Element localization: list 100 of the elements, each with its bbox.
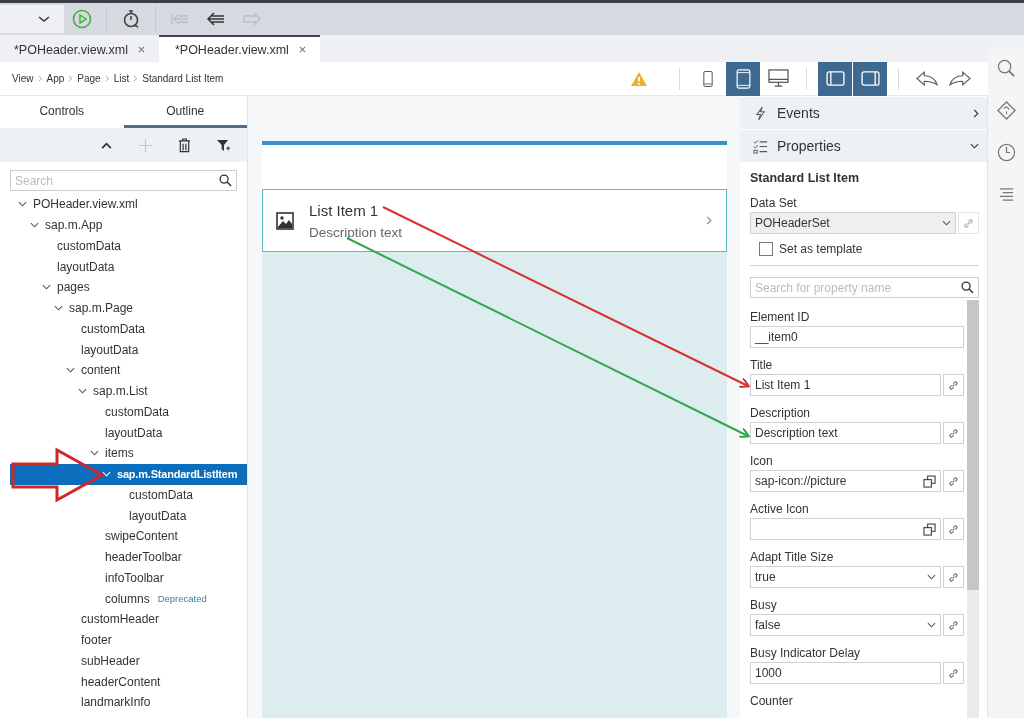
tree-item[interactable]: customData <box>0 235 247 257</box>
close-tab-button[interactable] <box>298 46 306 53</box>
select-field[interactable]: true <box>750 566 941 588</box>
field-label: Adapt Title Size <box>750 550 835 564</box>
link-icon <box>963 217 974 229</box>
breadcrumb-link[interactable]: Standard List Item <box>142 73 224 84</box>
tree-item[interactable]: layoutData <box>0 256 247 277</box>
tree-item[interactable]: customHeader <box>0 609 247 630</box>
input-field[interactable]: 1000 <box>750 662 941 684</box>
bind-button[interactable] <box>943 374 964 396</box>
bind-button[interactable] <box>943 662 964 684</box>
checkbox[interactable] <box>759 242 773 256</box>
tree-item[interactable]: landmarkInfo <box>0 692 247 713</box>
editor-tab[interactable]: *POHeader.view.xml <box>158 35 320 62</box>
tree-item[interactable]: subHeader <box>0 650 247 672</box>
input-field[interactable]: List Item 1 <box>750 374 941 396</box>
search-icon <box>996 58 1016 78</box>
close-tab-button[interactable] <box>137 46 145 53</box>
panel-heading: Standard List Item <box>750 171 861 185</box>
bind-button[interactable] <box>943 422 964 444</box>
tree-item[interactable]: sap.m.App <box>0 214 247 236</box>
forward-arrow-icon <box>242 12 262 26</box>
select-field[interactable]: false <box>750 614 941 636</box>
chevron-down-icon <box>78 388 87 395</box>
tree-item[interactable]: customData <box>0 484 247 506</box>
input-field[interactable] <box>750 518 941 540</box>
chevron-down-icon <box>90 450 99 457</box>
phone-icon <box>703 69 713 88</box>
editor-tab[interactable]: *POHeader.view.xml <box>0 35 159 62</box>
tree-item[interactable]: layoutData <box>0 422 247 443</box>
input-field[interactable]: __item0 <box>750 326 964 348</box>
tree-item[interactable]: layoutData <box>0 505 247 526</box>
section-header[interactable]: Events <box>740 97 987 129</box>
search-icon <box>961 281 974 294</box>
close-icon <box>137 46 145 53</box>
input-field[interactable]: Description text <box>750 422 941 444</box>
chevron-icon <box>68 75 74 82</box>
tree-item[interactable]: content <box>0 360 247 381</box>
tree-item[interactable]: pages <box>0 277 247 298</box>
monitor-icon <box>767 69 789 88</box>
section-header[interactable]: Properties <box>740 130 987 162</box>
panel-toggle-button[interactable] <box>818 61 852 96</box>
list-item-title: List Item 1 <box>309 201 380 219</box>
tree-item[interactable]: headerContent <box>0 671 247 692</box>
trash-icon <box>177 137 191 153</box>
tree-item[interactable]: sap.m.Page <box>0 297 247 319</box>
bind-button[interactable] <box>958 212 979 234</box>
close-icon <box>298 46 306 53</box>
redo-icon <box>948 71 971 86</box>
warning-icon <box>630 70 648 87</box>
search-field[interactable]: Search for property name <box>750 277 979 298</box>
panel-tab[interactable]: Controls <box>0 96 124 128</box>
field-label: Description <box>750 406 812 420</box>
panel-icon <box>825 71 845 86</box>
panel-toggle-button[interactable] <box>853 61 887 96</box>
tree-item[interactable]: columns Deprecated <box>0 588 247 609</box>
tree-item[interactable]: customData <box>0 401 247 423</box>
first-arrow-icon <box>170 12 190 26</box>
tree-item[interactable]: swipeContent <box>0 526 247 547</box>
tree-item[interactable]: sap.m.List <box>0 380 247 402</box>
chevron-icon <box>133 75 139 82</box>
field-label: Data Set <box>750 196 798 210</box>
bind-button[interactable] <box>943 566 964 588</box>
tree-item[interactable]: POHeader.view.xml <box>0 194 247 215</box>
chevron-down-icon <box>927 622 936 628</box>
input-field[interactable]: sap-icon://picture <box>750 470 941 492</box>
tree-item[interactable]: items <box>0 443 247 464</box>
chevron-down-icon <box>54 305 63 312</box>
tree-item[interactable]: layoutData <box>0 339 247 360</box>
breadcrumb-link[interactable]: Page <box>77 73 101 84</box>
chevron-icon <box>37 75 43 82</box>
diamond-icon <box>996 100 1016 120</box>
value-help-icon <box>923 522 936 536</box>
tree-item[interactable]: footer <box>0 629 247 651</box>
search-field[interactable]: Search <box>10 170 237 191</box>
chevron-down-icon <box>927 574 936 580</box>
breadcrumb-link[interactable]: App <box>46 73 65 84</box>
tree-item[interactable]: sap.m.StandardListItem <box>10 463 247 485</box>
dropdown-field[interactable] <box>0 5 64 33</box>
breadcrumb-link[interactable]: View <box>12 73 34 84</box>
chevron-icon <box>104 75 110 82</box>
list-item[interactable]: List Item 1 Description text <box>262 189 727 252</box>
breadcrumb-link[interactable]: List <box>113 73 130 84</box>
bind-button[interactable] <box>943 470 964 492</box>
link-icon <box>948 619 959 631</box>
scrollbar[interactable] <box>967 300 979 718</box>
value-help-icon <box>923 474 936 488</box>
dataset-select[interactable]: POHeaderSet <box>750 212 956 234</box>
back-arrow-icon <box>206 12 226 26</box>
tree-item[interactable]: infoToolbar <box>0 567 247 589</box>
bind-button[interactable] <box>943 614 964 636</box>
caret-icon <box>38 15 50 23</box>
tree-item[interactable]: customData <box>0 318 247 340</box>
device-button[interactable] <box>726 61 760 96</box>
link-icon <box>948 475 959 487</box>
tree-item[interactable]: headerToolbar <box>0 546 247 568</box>
bind-button[interactable] <box>943 518 964 540</box>
link-icon <box>948 379 959 391</box>
lines-icon <box>998 186 1014 202</box>
checklist-icon <box>752 138 768 154</box>
